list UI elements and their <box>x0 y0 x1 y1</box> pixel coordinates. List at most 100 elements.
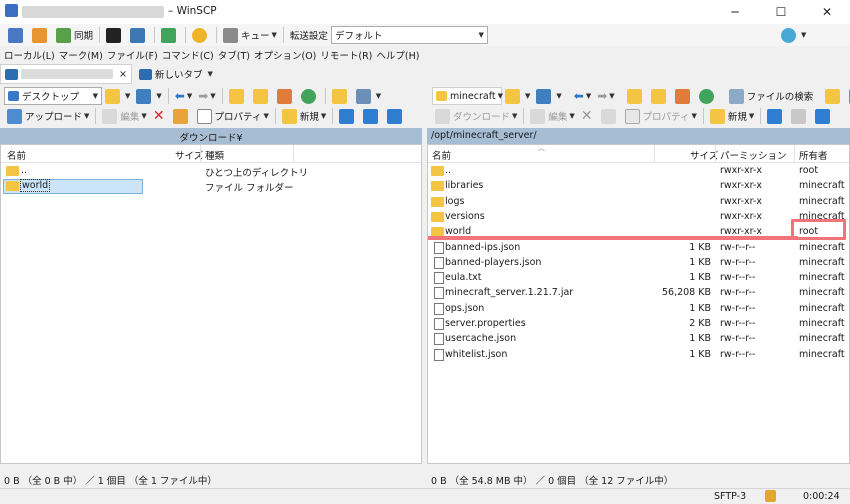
right-refresh-button[interactable] <box>696 86 720 106</box>
new-tab-button[interactable]: 新しいタブ ▼ <box>136 64 216 84</box>
right-home-button[interactable] <box>672 86 696 106</box>
right-col-name[interactable]: 名前 <box>432 148 451 162</box>
console-button[interactable] <box>103 25 127 45</box>
synchronize-browse-button[interactable] <box>29 25 53 45</box>
left-delete-button[interactable]: ✕ <box>150 106 170 126</box>
left-rename-button[interactable] <box>170 106 194 126</box>
menu-item[interactable]: ファイル(F) <box>107 48 158 62</box>
right-forward-button[interactable]: ➡ ▼ <box>594 86 617 106</box>
left-col-size[interactable]: サイズ <box>175 148 203 162</box>
right-filter-select-button[interactable] <box>812 106 836 126</box>
file-permissions: rw-r--r-- <box>720 348 756 360</box>
left-refresh-button[interactable] <box>298 86 322 106</box>
right-col-permissions[interactable]: パーミッション <box>720 148 787 162</box>
right-rename-button[interactable] <box>598 106 622 126</box>
minimize-button[interactable]: ─ <box>712 0 758 24</box>
left-unselect-button[interactable] <box>360 106 384 126</box>
right-find-button[interactable] <box>822 86 846 106</box>
sync-button[interactable]: 同期 <box>53 25 96 45</box>
left-new-button[interactable]: 新規 ▼ <box>279 106 329 126</box>
session-tab[interactable]: × <box>0 64 132 84</box>
right-new-button[interactable]: 新規 ▼ <box>707 106 757 126</box>
left-forward-button[interactable]: ➡ ▼ <box>195 86 218 106</box>
compare-button[interactable] <box>5 25 29 45</box>
right-unselect-button[interactable] <box>788 106 812 126</box>
close-button[interactable]: ✕ <box>804 0 850 24</box>
transfer-settings-select[interactable]: デフォルト ▼ <box>330 26 488 44</box>
file-row[interactable]: minecraft_server.1.21.7.jar 56,208 KB rw-r… <box>428 286 849 301</box>
left-row-parent[interactable]: .. ひとつ上のディレクトリ <box>1 164 421 179</box>
maximize-button[interactable]: ☐ <box>758 0 804 24</box>
file-icon <box>434 272 444 285</box>
left-col-name[interactable]: 名前 <box>7 148 26 162</box>
menu-item[interactable]: ローカル(L) <box>4 48 55 62</box>
right-col-owner[interactable]: 所有者 <box>799 148 828 162</box>
left-properties-button[interactable]: プロパティ ▼ <box>194 106 272 126</box>
left-filter-button[interactable]: ▼ <box>133 86 164 106</box>
file-row[interactable]: versions rwxr-xr-x minecraft <box>428 210 849 225</box>
right-view-button[interactable]: ▼ <box>846 86 850 106</box>
download-button[interactable]: ダウンロード ▼ <box>432 106 520 126</box>
find-files-button[interactable]: ファイルの検索 <box>726 86 817 106</box>
edit-icon <box>530 108 546 124</box>
file-name: whitelist.json <box>445 348 508 360</box>
update-button[interactable]: ▼ <box>778 25 809 45</box>
file-row[interactable]: ops.json 1 KB rw-r--r-- minecraft <box>428 302 849 317</box>
left-file-pane[interactable]: 名前 サイズ 種類 .. ひとつ上のディレクトリ world ファイル フォルダ… <box>0 144 422 464</box>
file-row[interactable]: server.properties 2 KB rw-r--r-- minecraft <box>428 317 849 332</box>
right-file-pane[interactable]: 名前 ︿ サイズ パーミッション 所有者 .. rwxr-xr-x root libr… <box>427 144 850 464</box>
upload-icon <box>7 108 22 124</box>
file-icon <box>434 348 444 361</box>
menu-item[interactable]: オプション(O) <box>254 48 316 62</box>
right-back-button[interactable]: ⬅ ▼ <box>571 86 594 106</box>
left-col-type[interactable]: 種類 <box>205 148 224 162</box>
right-open-folder-button[interactable]: ▼ <box>502 86 533 106</box>
file-row[interactable]: banned-players.json 1 KB rw-r--r-- minecraf… <box>428 256 849 271</box>
right-delete-button[interactable]: ✕ <box>578 106 598 126</box>
right-col-size[interactable]: サイズ <box>690 148 718 162</box>
left-filter-select-button[interactable] <box>384 106 408 126</box>
lock-icon <box>765 490 776 502</box>
file-row[interactable]: whitelist.json 1 KB rw-r--r-- minecraft <box>428 348 849 363</box>
file-row[interactable]: eula.txt 1 KB rw-r--r-- minecraft <box>428 271 849 286</box>
preferences-button[interactable] <box>189 25 213 45</box>
chevron-down-icon: ▼ <box>263 112 269 120</box>
menu-item[interactable]: タブ(T) <box>218 48 250 62</box>
tab-close-icon[interactable]: × <box>119 69 127 80</box>
right-filter-button[interactable]: ▼ <box>533 86 564 106</box>
right-edit-button[interactable]: 編集 ▼ <box>527 106 577 126</box>
tab-bar: × 新しいタブ ▼ <box>0 64 850 84</box>
left-root-dir-button[interactable] <box>250 86 274 106</box>
file-row[interactable]: banned-ips.json 1 KB rw-r--r-- minecraft <box>428 241 849 256</box>
menu-item[interactable]: コマンド(C) <box>162 48 214 62</box>
right-location-select[interactable]: minecraft ▼ <box>432 87 503 105</box>
left-back-button[interactable]: ⬅ ▼ <box>172 86 195 106</box>
left-row-world[interactable]: world ファイル フォルダー <box>1 179 421 194</box>
right-select-all-button[interactable] <box>764 106 788 126</box>
menu-item[interactable]: リモート(R) <box>320 48 372 62</box>
left-open-folder-button[interactable]: ▼ <box>102 86 133 106</box>
left-view-button[interactable]: ▼ <box>353 86 384 106</box>
queue-button[interactable]: キュー ▼ <box>220 25 280 45</box>
edit-icon <box>102 108 118 124</box>
left-find-button[interactable] <box>329 86 353 106</box>
left-home-button[interactable] <box>274 86 298 106</box>
putty-button[interactable] <box>127 25 151 45</box>
file-row[interactable]: logs rwxr-xr-x minecraft <box>428 195 849 210</box>
file-row[interactable]: .. rwxr-xr-x root <box>428 164 849 179</box>
file-row[interactable]: usercache.json 1 KB rw-r--r-- minecraft <box>428 332 849 347</box>
menu-item[interactable]: ヘルプ(H) <box>376 48 419 62</box>
refresh-button[interactable] <box>158 25 182 45</box>
download-icon <box>435 108 450 124</box>
left-parent-dir-button[interactable] <box>226 86 250 106</box>
menu-item[interactable]: マーク(M) <box>59 48 103 62</box>
left-select-all-button[interactable] <box>336 106 360 126</box>
file-row[interactable]: libraries rwxr-xr-x minecraft <box>428 179 849 194</box>
right-properties-button[interactable]: プロパティ ▼ <box>622 106 700 126</box>
left-edit-button[interactable]: 編集 ▼ <box>99 106 149 126</box>
left-location-select[interactable]: デスクトップ ▼ <box>4 87 102 105</box>
file-owner: minecraft <box>799 287 845 299</box>
right-root-dir-button[interactable] <box>648 86 672 106</box>
right-parent-dir-button[interactable] <box>624 86 648 106</box>
upload-button[interactable]: アップロード ▼ <box>4 106 92 126</box>
